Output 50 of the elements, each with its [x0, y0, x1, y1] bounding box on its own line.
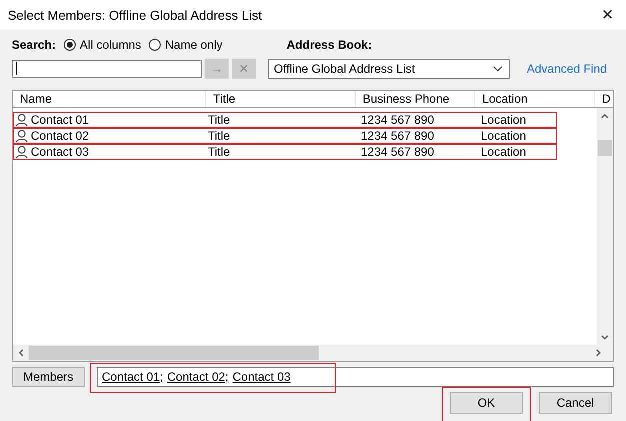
window-title: Select Members: Offline Global Address List — [8, 8, 262, 22]
table-cell: Contact 01 — [31, 113, 90, 127]
contact-row[interactable]: Contact 03 Title 1234 567 890 Location — [13, 144, 557, 160]
table-cell-text: Title — [208, 145, 232, 159]
chevron-down-icon — [493, 66, 503, 72]
radio-label: Name only — [165, 38, 223, 52]
table-cell: Contact 03 — [31, 145, 90, 159]
search-field[interactable] — [12, 60, 202, 78]
table-cell-text: Title — [208, 129, 232, 143]
member-link[interactable]: Contact 01; — [102, 370, 164, 384]
members-button[interactable]: Members — [12, 367, 85, 387]
table-cell-text: Location — [480, 113, 528, 127]
table-cell-text: Location — [480, 145, 528, 159]
chevron-up-icon[interactable] — [601, 114, 609, 118]
dialog-button[interactable]: Cancel — [539, 392, 612, 414]
person-icon — [16, 146, 28, 158]
table-cell-text: Location — [480, 129, 528, 143]
table-cell-text: Title — [208, 113, 232, 127]
column-header[interactable]: Location — [475, 91, 596, 107]
member-link[interactable]: Contact 03 — [232, 370, 291, 384]
search-label: Search: — [12, 38, 56, 52]
radio-label: All columns — [80, 38, 142, 52]
radio-button[interactable] — [149, 39, 162, 51]
radio-button[interactable] — [64, 39, 76, 51]
table-cell-text: 1234 567 890 — [360, 145, 436, 159]
member-link[interactable]: Contact 02; — [167, 370, 229, 384]
column-header[interactable]: D — [595, 91, 614, 107]
chevron-left-icon[interactable] — [18, 349, 24, 357]
dialog-button[interactable]: OK — [450, 392, 523, 414]
column-header[interactable]: Title — [206, 91, 356, 107]
vertical-scrollbar[interactable] — [597, 108, 613, 345]
address-book-label: Address Book: — [286, 38, 372, 52]
scroll-thumb[interactable] — [598, 140, 612, 156]
chevron-right-icon[interactable] — [596, 349, 600, 357]
person-icon — [16, 114, 28, 126]
close-button[interactable]: ✕ — [598, 6, 618, 24]
address-book-dropdown[interactable]: Offline Global Address List — [268, 59, 510, 79]
column-header[interactable]: Name — [13, 91, 206, 107]
horizontal-scrollbar[interactable] — [13, 345, 613, 361]
contact-row[interactable]: Contact 02 Title 1234 567 890 Location — [13, 128, 557, 144]
table-cell-text: 1234 567 890 — [360, 113, 436, 127]
column-header[interactable]: Business Phone — [356, 91, 476, 107]
contact-row[interactable]: Contact 01 Title 1234 567 890 Location — [13, 112, 557, 128]
person-icon — [16, 130, 28, 142]
table-cell: Contact 02 — [31, 129, 90, 143]
scroll-thumb[interactable] — [29, 346, 319, 360]
advanced-find-link[interactable]: Advanced Find — [527, 62, 608, 76]
chevron-down-icon[interactable] — [601, 334, 609, 340]
members-field[interactable]: Contact 01; Contact 02; Contact 03 — [97, 367, 614, 387]
table-cell-text: 1234 567 890 — [360, 129, 436, 143]
